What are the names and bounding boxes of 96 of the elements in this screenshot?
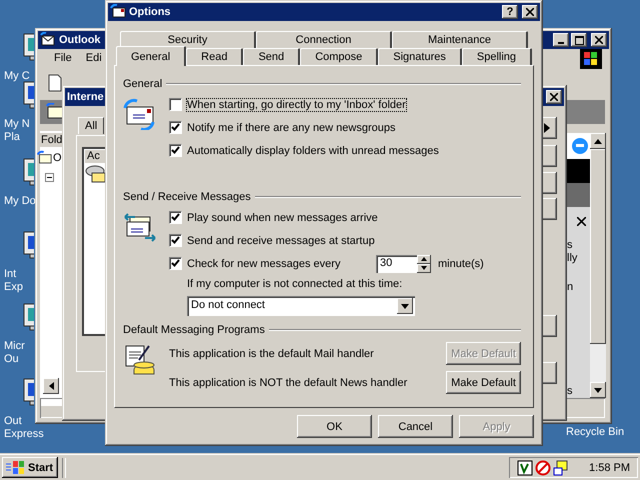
logo-icon xyxy=(570,136,590,156)
tab[interactable]: Read xyxy=(186,48,244,65)
help-button[interactable]: ? xyxy=(502,5,518,19)
check-icon xyxy=(171,259,180,268)
desktop-icon-label: Ou xyxy=(4,353,19,366)
desktop-icon-label: My N xyxy=(4,118,30,131)
unit-label: minute(s) xyxy=(438,258,484,270)
tab[interactable]: Compose xyxy=(300,48,378,65)
option-label: Notify me if there are any new newsgroups xyxy=(187,122,396,134)
desktop-icon-label: My Do xyxy=(4,195,36,208)
maximize-button[interactable] xyxy=(571,33,587,47)
handler-status: This application is NOT the default News handler xyxy=(169,376,408,388)
monitor-icon[interactable] xyxy=(553,460,570,476)
prohibited-icon[interactable] xyxy=(535,460,552,476)
option-label: When starting, go directly to my 'Inbox' folder xyxy=(187,98,406,110)
mail-icon[interactable] xyxy=(45,103,65,121)
checkbox[interactable] xyxy=(169,98,182,111)
tab[interactable]: All xyxy=(78,117,104,134)
desktop-icon-label: Int xyxy=(4,268,16,281)
tab[interactable]: General xyxy=(116,46,186,66)
desktop-icon-label: Recycle Bin xyxy=(566,426,624,439)
menu-item[interactable]: File xyxy=(54,52,72,64)
network-icon[interactable] xyxy=(517,460,534,476)
left-arrow-icon xyxy=(48,382,54,390)
option-label: Check for new messages every xyxy=(187,258,342,270)
preview-text: s xyxy=(567,239,572,251)
scroll-thumb[interactable] xyxy=(590,149,606,344)
down-arrow-icon xyxy=(594,388,602,392)
checkbox[interactable] xyxy=(169,234,182,247)
scroll-down-button[interactable] xyxy=(590,382,606,398)
desktop-icon-label: Pla xyxy=(4,131,20,144)
checkbox[interactable] xyxy=(169,144,182,157)
mail-icon xyxy=(37,150,52,166)
check-icon xyxy=(171,213,180,222)
preview-text: lly xyxy=(567,252,578,264)
close-icon[interactable] xyxy=(577,217,586,226)
tree-item[interactable]: O xyxy=(53,152,62,164)
document-icon[interactable] xyxy=(47,74,63,92)
option-label: Play sound when new messages arrive xyxy=(187,212,378,224)
minimize-button[interactable] xyxy=(553,33,569,47)
make-default-button[interactable]: Make Default xyxy=(446,371,521,394)
menu-item[interactable]: Edi xyxy=(86,52,102,64)
close-button[interactable] xyxy=(591,33,607,47)
scrollbar[interactable] xyxy=(590,133,606,398)
dropdown-arrow-icon xyxy=(401,304,409,308)
checkbox[interactable] xyxy=(169,257,182,270)
desktop-icon-label: Micr xyxy=(4,340,25,353)
windows-flag-icon xyxy=(5,460,25,476)
preview-text: s xyxy=(567,385,572,397)
close-icon xyxy=(595,36,603,44)
option-label: Automatically display folders with unread messages xyxy=(187,144,439,156)
mail-icon xyxy=(123,98,157,130)
up-arrow-icon xyxy=(594,138,602,144)
desktop-icon-label: Express xyxy=(4,428,44,441)
desktop-icon-label: Out xyxy=(4,415,22,428)
scroll-left-button[interactable] xyxy=(43,378,59,394)
tab[interactable]: Maintenance xyxy=(392,31,528,48)
mail-icon xyxy=(110,4,126,20)
close-button[interactable] xyxy=(522,5,538,19)
section-heading: Default Messaging Programs xyxy=(123,324,265,336)
check-icon xyxy=(171,236,180,245)
preview-text: n xyxy=(567,281,574,293)
windows-logo-icon xyxy=(580,49,602,69)
close-icon xyxy=(526,8,534,16)
handler-status: This application is the default Mail handler xyxy=(169,348,374,360)
checkbox[interactable] xyxy=(169,211,182,224)
clock: 1:58 PM xyxy=(589,462,630,474)
right-arrow-icon xyxy=(544,123,550,133)
check-icon xyxy=(171,146,180,155)
mail-icon xyxy=(40,32,56,48)
connection-prompt: If my computer is not connected at this time: xyxy=(186,278,404,290)
window-title: Interne xyxy=(67,91,104,103)
check-icon xyxy=(171,123,180,132)
collapse-icon[interactable] xyxy=(45,173,54,182)
interval-spinner[interactable]: 30 xyxy=(376,254,431,272)
close-button[interactable] xyxy=(546,90,562,104)
maximize-icon xyxy=(574,36,584,44)
section-heading: Send / Receive Messages xyxy=(123,191,251,203)
window-title: Outlook xyxy=(59,34,101,46)
tab[interactable]: Signatures xyxy=(378,48,462,65)
section-heading: General xyxy=(123,78,162,90)
desktop-icon-label: Exp xyxy=(4,281,23,294)
send-receive-icon xyxy=(123,211,157,243)
tab[interactable]: Send xyxy=(243,48,300,65)
dialog-button[interactable]: OK xyxy=(297,415,372,438)
tab[interactable]: Connection xyxy=(256,31,392,48)
checkbox[interactable] xyxy=(169,121,182,134)
close-icon xyxy=(550,93,558,101)
dialog-button[interactable]: Cancel xyxy=(378,415,453,438)
start-button[interactable]: Start xyxy=(2,457,58,478)
connection-dropdown[interactable]: Do not connect xyxy=(187,296,415,316)
tab[interactable]: Spelling xyxy=(462,48,532,65)
window-title: Options xyxy=(129,6,171,18)
scroll-up-button[interactable] xyxy=(590,133,606,149)
option-label: Send and receive messages at startup xyxy=(187,234,375,246)
desktop-icon-label: My C xyxy=(4,70,30,83)
